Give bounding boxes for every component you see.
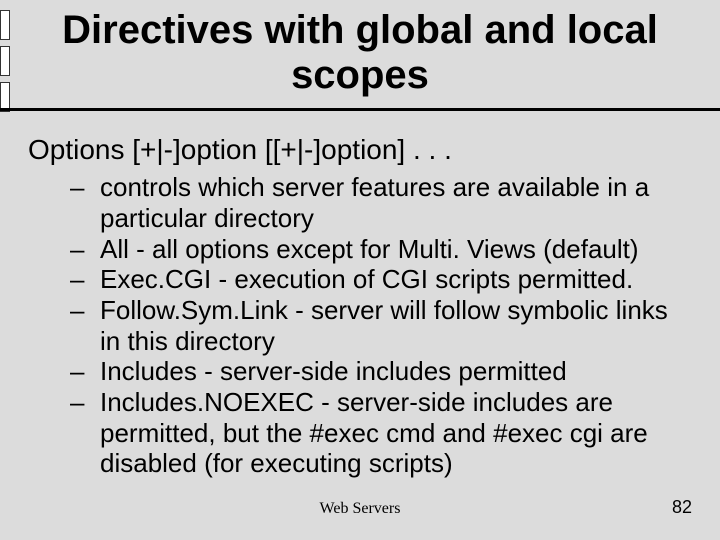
slide-body: Options [+|-]option [[+|-]option] . . . …: [28, 134, 692, 479]
footer-label: Web Servers: [0, 500, 720, 518]
list-item: Exec.CGI - execution of CGI scripts perm…: [70, 264, 692, 295]
slide: Directives with global and local scopes …: [0, 0, 720, 540]
list-item: All - all options except for Multi. View…: [70, 234, 692, 265]
page-number: 82: [672, 497, 692, 518]
list-item: controls which server features are avail…: [70, 172, 692, 233]
slide-title: Directives with global and local scopes: [0, 6, 720, 111]
list-item: Follow.Sym.Link - server will follow sym…: [70, 295, 692, 356]
list-item: Includes.NOEXEC - server-side includes a…: [70, 387, 692, 479]
bullet-list: controls which server features are avail…: [70, 172, 692, 479]
body-heading: Options [+|-]option [[+|-]option] . . .: [28, 134, 692, 166]
list-item: Includes - server-side includes permitte…: [70, 356, 692, 387]
